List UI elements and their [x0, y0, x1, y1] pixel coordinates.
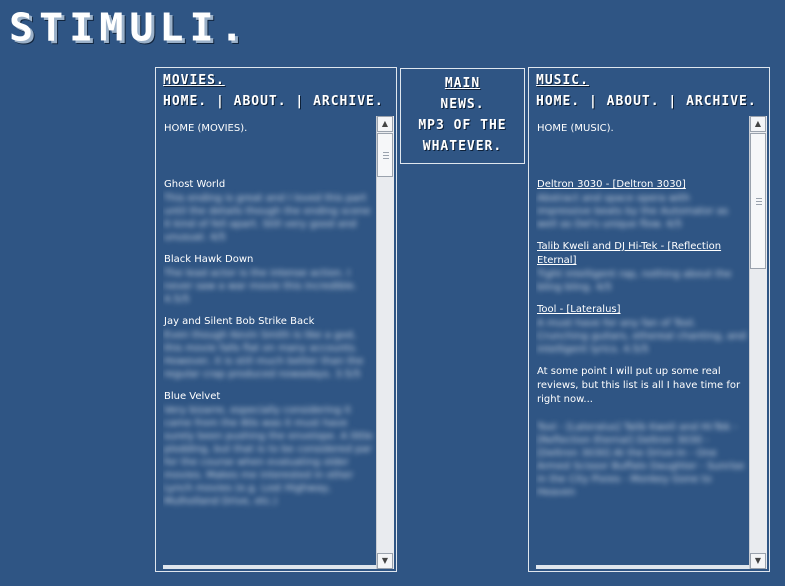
music-title: MUSIC. [536, 73, 589, 88]
movie-title: Jay and Silent Bob Strike Back [164, 316, 315, 327]
scroll-up-arrow-icon[interactable]: ▲ [377, 116, 393, 132]
main-menu: MAIN NEWS. MP3 OF THE WHATEVER. [401, 69, 524, 157]
music-bottom-edge [536, 565, 749, 569]
movie-review-text: This ending is great and I loved this pa… [164, 193, 371, 243]
nav-separator: | [588, 94, 598, 109]
movies-panel: MOVIES. HOME. | ABOUT. | ARCHIVE. HOME (… [155, 67, 397, 572]
scroll-down-arrow-icon[interactable]: ▼ [750, 553, 766, 569]
movie-title: Blue Velvet [164, 391, 221, 402]
movies-heading: HOME (MOVIES). [164, 123, 248, 134]
album-link[interactable]: Talib Kweli and DJ Hi-Tek - [Reflection … [537, 240, 747, 268]
music-scroll-area[interactable]: HOME (MUSIC). Deltron 3030 - [Deltron 30… [536, 116, 767, 569]
nav-separator: | [295, 94, 305, 109]
movie-review: Blue Velvet Very bizarre, especially con… [164, 390, 374, 508]
music-heading: HOME (MUSIC). [537, 123, 614, 134]
music-list: Tool - [Lateralus] Talib Kweli and Hi-Te… [537, 422, 745, 498]
movies-content: HOME (MOVIES). Ghost World This ending i… [164, 122, 374, 517]
movies-about-link[interactable]: ABOUT. [234, 94, 287, 109]
album-review-text: Abstract and space opera with impressive… [537, 193, 729, 230]
main-link[interactable]: MAIN [401, 73, 524, 94]
mp3-link[interactable]: MP3 OF THE [401, 115, 524, 136]
movie-review: Black Hawk Down The lead actor is the in… [164, 253, 374, 306]
movie-title: Black Hawk Down [164, 254, 254, 265]
music-panel: MUSIC. HOME. | ABOUT. | ARCHIVE. HOME (M… [528, 67, 770, 572]
movie-review: Jay and Silent Bob Strike Back Even thou… [164, 315, 374, 381]
movie-review-text: The lead actor is the intense action. I … [164, 268, 358, 305]
nav-separator: | [215, 94, 225, 109]
music-nav: HOME. | ABOUT. | ARCHIVE. [536, 94, 757, 109]
site-logo: STIMULI. [9, 6, 250, 50]
music-content: HOME (MUSIC). Deltron 3030 - [Deltron 30… [537, 122, 747, 499]
movie-review-text: Even though Kevin Smith is like a god, t… [164, 330, 364, 380]
movie-review: Ghost World This ending is great and I l… [164, 178, 374, 244]
music-archive-link[interactable]: ARCHIVE. [686, 94, 757, 109]
scroll-thumb[interactable] [377, 133, 393, 177]
main-panel: MAIN NEWS. MP3 OF THE WHATEVER. [400, 68, 525, 164]
movies-title: MOVIES. [163, 73, 225, 88]
whatever-link[interactable]: WHATEVER. [401, 136, 524, 157]
scroll-up-arrow-icon[interactable]: ▲ [750, 116, 766, 132]
music-home-link[interactable]: HOME. [536, 94, 580, 109]
album-review-text: Tight intelligent rap, nothing about the… [537, 269, 732, 293]
scroll-thumb[interactable] [750, 133, 766, 269]
music-about-link[interactable]: ABOUT. [607, 94, 660, 109]
album-link[interactable]: Tool - [Lateralus] [537, 303, 747, 317]
music-note: At some point I will put up some real re… [537, 366, 741, 405]
movies-scroll-area[interactable]: HOME (MOVIES). Ghost World This ending i… [163, 116, 394, 569]
scroll-down-arrow-icon[interactable]: ▼ [377, 553, 393, 569]
album-link[interactable]: Deltron 3030 - [Deltron 3030] [537, 178, 747, 192]
nav-separator: | [668, 94, 678, 109]
album-review-text: A must have for any fan of Tool. Crunchi… [537, 318, 746, 355]
album-review: Talib Kweli and DJ Hi-Tek - [Reflection … [537, 240, 747, 294]
album-review: Deltron 3030 - [Deltron 3030] Abstract a… [537, 178, 747, 231]
music-scrollbar[interactable]: ▲ ▼ [749, 116, 767, 569]
news-link[interactable]: NEWS. [401, 94, 524, 115]
movies-archive-link[interactable]: ARCHIVE. [313, 94, 384, 109]
movies-home-link[interactable]: HOME. [163, 94, 207, 109]
movies-scrollbar[interactable]: ▲ ▼ [376, 116, 394, 569]
movie-review-text: Very bizarre, especially considering it … [164, 405, 373, 507]
movies-bottom-edge [163, 565, 376, 569]
album-review: Tool - [Lateralus] A must have for any f… [537, 303, 747, 356]
movie-title: Ghost World [164, 179, 226, 190]
movies-nav: HOME. | ABOUT. | ARCHIVE. [163, 94, 384, 109]
